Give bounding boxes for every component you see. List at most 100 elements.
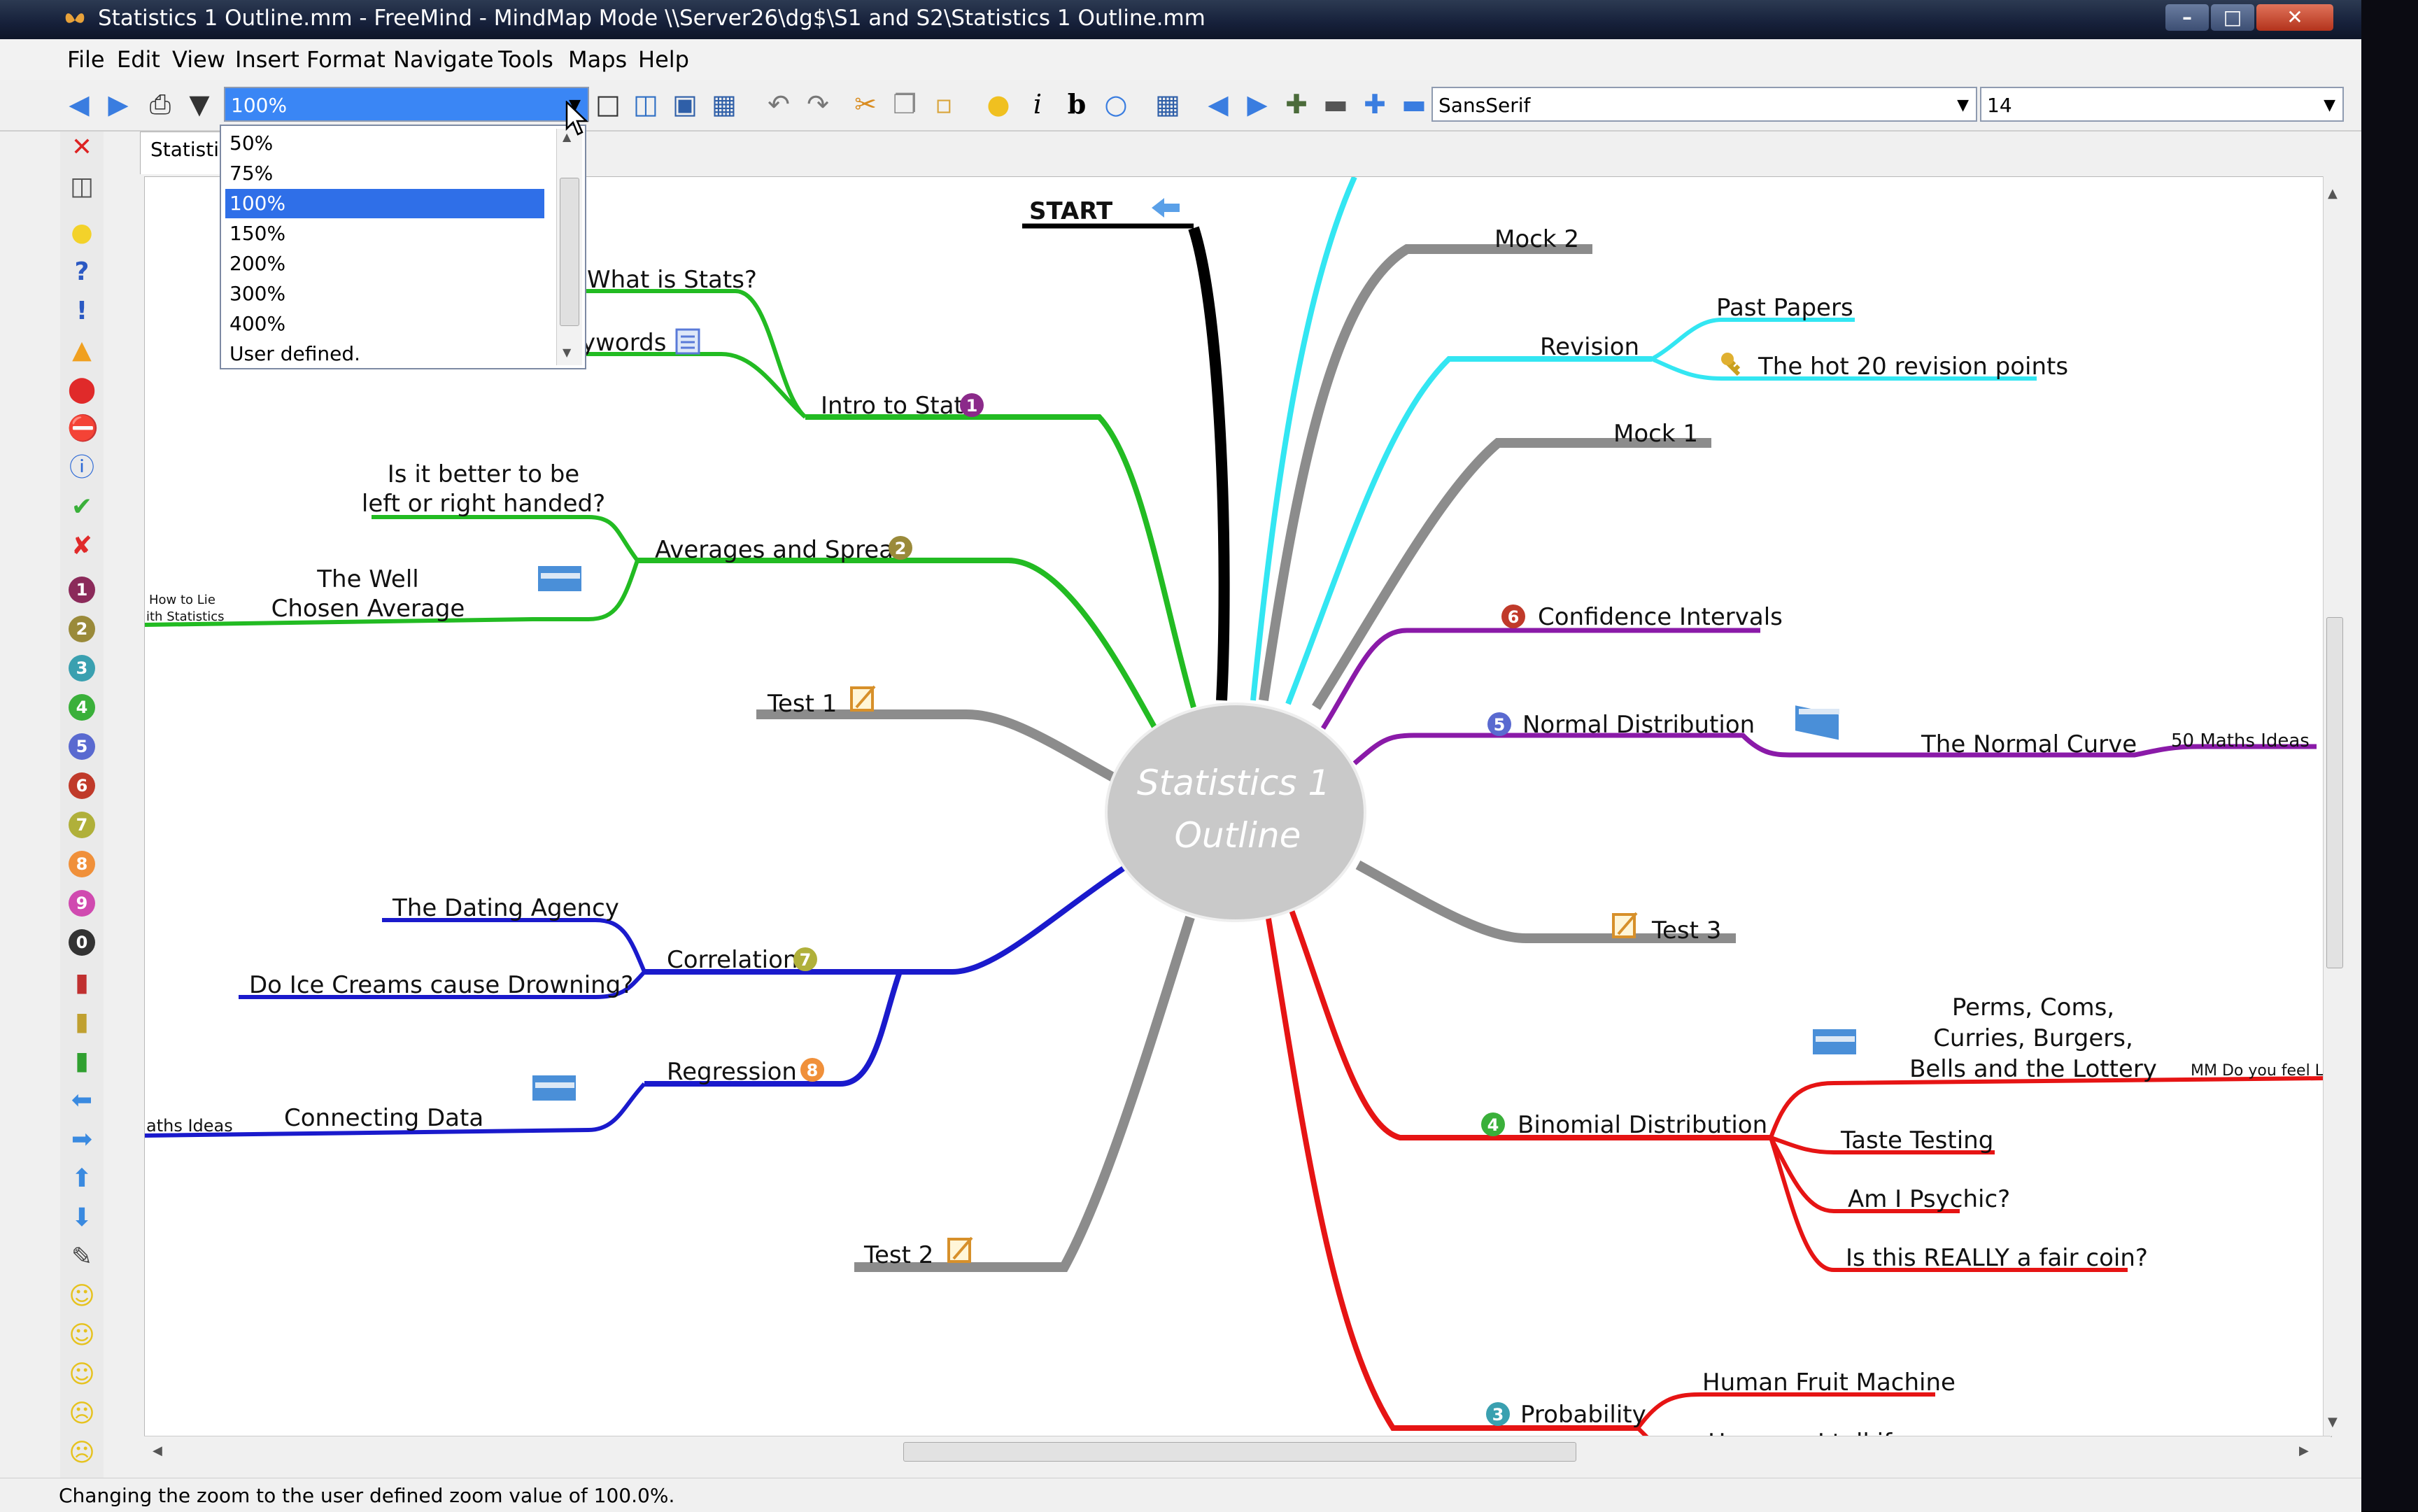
priority-4-icon[interactable]: 4 <box>69 694 95 721</box>
dropdown-scrollbar[interactable]: ▲ ▼ <box>556 129 582 365</box>
node-binomial[interactable]: Binomial Distribution <box>1518 1111 1767 1139</box>
scroll-right-arrow-icon[interactable]: ▶ <box>2299 1443 2309 1458</box>
checkmark-icon[interactable]: ✔ <box>67 493 97 522</box>
save-icon[interactable]: ▣ <box>669 88 701 120</box>
priority-2-icon[interactable]: 2 <box>69 616 95 642</box>
priority-0-icon[interactable]: 0 <box>69 929 95 956</box>
zoom-combo[interactable]: 100% ▼ <box>224 87 589 122</box>
arrow-left-icon[interactable]: ◀ <box>1202 88 1234 120</box>
node-better-line2[interactable]: left or right handed? <box>362 490 605 518</box>
node-test1[interactable]: Test 1 <box>767 690 837 718</box>
root-node-shape[interactable] <box>1105 702 1366 922</box>
cut-icon[interactable]: ✂ <box>849 88 882 120</box>
menu-view[interactable]: View <box>172 46 225 73</box>
priority-9-icon[interactable]: 9 <box>69 890 95 917</box>
traffic-light-yellow-icon[interactable]: ▮ <box>67 1008 97 1037</box>
smiley-sad-icon[interactable]: ☹ <box>67 1399 97 1429</box>
node-averages[interactable]: Averages and Spread <box>655 536 909 564</box>
traffic-light-red-icon[interactable]: ▮ <box>67 968 97 998</box>
splitter[interactable] <box>104 132 136 1478</box>
smiley-wink-icon[interactable]: ☺ <box>67 1360 97 1390</box>
smiley-happy-icon[interactable]: ☺ <box>67 1282 97 1311</box>
zoom-in-icon[interactable]: ✚ <box>1359 88 1391 120</box>
save-as-icon[interactable]: ▦ <box>708 88 740 120</box>
node-how-to-lie-line2[interactable]: ith Statistics <box>146 609 224 624</box>
arrow-down-icon[interactable]: ⬇ <box>67 1203 97 1233</box>
priority-8-icon[interactable]: 8 <box>69 851 95 877</box>
node-fair-coin[interactable]: Is this REALLY a fair coin? <box>1846 1244 2148 1272</box>
node-perms-line1[interactable]: Perms, Coms, <box>1952 994 2114 1022</box>
menu-file[interactable]: File <box>67 46 105 73</box>
node-mm-do-you[interactable]: MM Do you feel Lu <box>2191 1062 2331 1080</box>
smiley-neutral-icon[interactable]: ☺ <box>67 1321 97 1350</box>
open-icon[interactable]: ◫ <box>630 88 662 120</box>
scroll-up-arrow-icon[interactable]: ▲ <box>2328 186 2338 201</box>
node-past-papers[interactable]: Past Papers <box>1716 294 1853 322</box>
font-size-combo[interactable]: 14 ▼ <box>1980 87 2344 122</box>
node-taste[interactable]: Taste Testing <box>1840 1126 1993 1154</box>
idea-icon[interactable]: ● <box>67 218 97 248</box>
fold-plus-icon[interactable]: ✚ <box>1280 88 1313 120</box>
priority-1-icon[interactable]: 1 <box>69 577 95 603</box>
menu-navigate[interactable]: Navigate <box>393 46 494 73</box>
node-hot20[interactable]: The hot 20 revision points <box>1758 353 2068 381</box>
bold-icon[interactable]: b <box>1061 88 1093 120</box>
fold-minus-icon[interactable]: ▬ <box>1320 88 1352 120</box>
node-probability[interactable]: Probability <box>1520 1401 1646 1429</box>
priority-7-icon[interactable]: 7 <box>69 812 95 838</box>
minimize-button[interactable]: – <box>2165 4 2209 31</box>
new-map-icon[interactable]: □ <box>592 88 624 120</box>
node-fruit-machine[interactable]: Human Fruit Machine <box>1702 1369 1956 1397</box>
node-mock1[interactable]: Mock 1 <box>1613 420 1698 448</box>
node-connecting[interactable]: Connecting Data <box>284 1104 483 1132</box>
node-regression[interactable]: Regression <box>667 1058 797 1086</box>
menu-format[interactable]: Format <box>306 46 386 73</box>
zoom-option[interactable]: 300% <box>225 279 544 309</box>
filter-icon[interactable]: ▼ <box>183 88 215 120</box>
node-start[interactable]: START <box>1029 197 1113 225</box>
redo-icon[interactable]: ↷ <box>802 88 834 120</box>
node-normal-curve[interactable]: The Normal Curve <box>1921 730 2137 758</box>
stop-icon[interactable]: ⬤ <box>67 375 97 404</box>
zoom-option-selected[interactable]: 100% <box>225 189 544 218</box>
node-psychic[interactable]: Am I Psychic? <box>1848 1185 2010 1213</box>
vertical-scrollbar[interactable]: ▲ ▼ <box>2323 176 2345 1436</box>
arrow-right-icon[interactable]: ▶ <box>1241 88 1273 120</box>
arrow-up-icon[interactable]: ⬆ <box>67 1164 97 1194</box>
priority-3-icon[interactable]: 3 <box>69 655 95 681</box>
horizontal-scrollbar[interactable]: ◀ ▶ <box>144 1436 2331 1467</box>
warning-icon[interactable]: ▲ <box>67 336 97 365</box>
font-family-combo[interactable]: SansSerif ▼ <box>1431 87 1977 122</box>
node-normal[interactable]: Normal Distribution <box>1522 711 1755 739</box>
node-how-to-lie-line1[interactable]: How to Lie <box>149 593 215 607</box>
trash-icon[interactable]: ◫ <box>67 172 97 202</box>
pencil-icon[interactable]: ✎ <box>67 1243 97 1272</box>
node-well-line1[interactable]: The Well <box>316 565 418 593</box>
traffic-light-green-icon[interactable]: ▮ <box>67 1047 97 1076</box>
arrow-left-icon[interactable]: ⬅ <box>67 1086 97 1115</box>
menu-insert[interactable]: Insert <box>235 46 299 73</box>
menu-help[interactable]: Help <box>638 46 689 73</box>
dropdown-scroll-thumb[interactable] <box>560 178 579 326</box>
zoom-option[interactable]: 150% <box>225 219 544 248</box>
table-icon[interactable]: ▦ <box>1152 88 1184 120</box>
menu-maps[interactable]: Maps <box>568 46 627 73</box>
node-dating[interactable]: The Dating Agency <box>392 894 619 922</box>
italic-icon[interactable]: i <box>1021 88 1054 120</box>
info-icon[interactable]: ⓘ <box>67 453 97 483</box>
undo-icon[interactable]: ↶ <box>763 88 795 120</box>
node-perms-line2[interactable]: Curries, Burgers, <box>1933 1024 2133 1052</box>
node-revision[interactable]: Revision <box>1540 333 1639 361</box>
scroll-down-arrow-icon[interactable]: ▼ <box>563 346 571 359</box>
lightbulb-icon[interactable]: ● <box>982 88 1014 120</box>
paste-icon[interactable]: ▫ <box>928 88 960 120</box>
node-50-maths-right[interactable]: 50 Maths Ideas <box>2171 730 2310 751</box>
horizontal-scroll-thumb[interactable] <box>903 1442 1576 1462</box>
question-icon[interactable]: ? <box>67 257 97 287</box>
zoom-option[interactable]: 400% <box>225 309 544 339</box>
cross-icon[interactable]: ✘ <box>67 532 97 561</box>
node-ice-creams[interactable]: Do Ice Creams cause Drowning? <box>249 971 633 999</box>
node-better-line1[interactable]: Is it better to be <box>388 460 579 488</box>
zoom-option[interactable]: 75% <box>225 159 544 188</box>
copy-icon[interactable]: ❐ <box>889 88 921 120</box>
